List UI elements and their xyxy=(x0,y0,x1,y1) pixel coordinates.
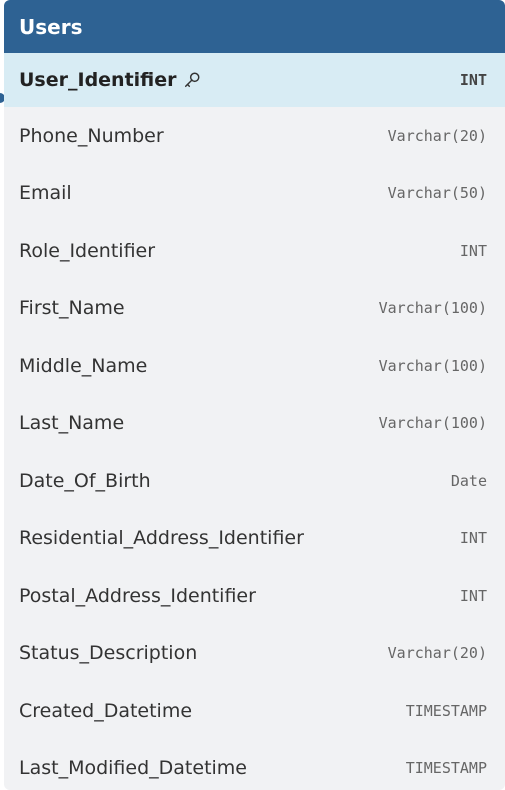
column-row-residential-address-identifier[interactable]: Residential_Address_Identifier INT xyxy=(4,510,505,568)
column-type: INT xyxy=(459,71,487,89)
column-name: First_Name xyxy=(19,297,125,320)
column-type: Varchar(20) xyxy=(387,644,487,663)
column-row-role-identifier[interactable]: Role_Identifier INT xyxy=(4,222,505,280)
column-row-last-name[interactable]: Last_Name Varchar(100) xyxy=(4,395,505,453)
column-type: Varchar(100) xyxy=(378,414,487,433)
column-name: Date_Of_Birth xyxy=(19,469,151,492)
column-type: TIMESTAMP xyxy=(405,759,487,778)
column-row-email[interactable]: Email Varchar(50) xyxy=(4,165,505,223)
column-name: Email xyxy=(19,182,72,205)
column-name: User_Identifier xyxy=(19,69,177,91)
column-row-middle-name[interactable]: Middle_Name Varchar(100) xyxy=(4,337,505,395)
column-name: Role_Identifier xyxy=(19,239,156,262)
column-type: INT xyxy=(459,529,487,548)
column-name: Residential_Address_Identifier xyxy=(19,527,304,550)
column-row-date-of-birth[interactable]: Date_Of_Birth Date xyxy=(4,452,505,510)
column-type: Varchar(50) xyxy=(387,184,487,203)
column-row-status-description[interactable]: Status_Description Varchar(20) xyxy=(4,625,505,683)
column-row-postal-address-identifier[interactable]: Postal_Address_Identifier INT xyxy=(4,567,505,625)
column-type: Date xyxy=(450,471,487,490)
table-header[interactable]: Users xyxy=(4,0,505,53)
column-row-last-modified-datetime[interactable]: Last_Modified_Datetime TIMESTAMP xyxy=(4,740,505,790)
key-icon xyxy=(184,72,199,88)
column-type: Varchar(100) xyxy=(378,299,487,318)
column-type: Varchar(100) xyxy=(378,356,487,375)
column-type: Varchar(20) xyxy=(387,126,487,145)
column-name: Middle_Name xyxy=(19,354,148,377)
column-name: Last_Modified_Datetime xyxy=(19,757,247,780)
column-name: Postal_Address_Identifier xyxy=(19,584,256,607)
column-name: Status_Description xyxy=(19,642,198,665)
column-row-created-datetime[interactable]: Created_Datetime TIMESTAMP xyxy=(4,682,505,740)
column-type: TIMESTAMP xyxy=(405,701,487,720)
column-name: Phone_Number xyxy=(19,124,164,147)
column-row-first-name[interactable]: First_Name Varchar(100) xyxy=(4,280,505,338)
table-title: Users xyxy=(19,14,83,39)
column-type: INT xyxy=(459,241,487,260)
column-name: Last_Name xyxy=(19,412,125,435)
column-type: INT xyxy=(459,586,487,605)
column-row-phone-number[interactable]: Phone_Number Varchar(20) xyxy=(4,107,505,165)
column-name: Created_Datetime xyxy=(19,699,193,722)
column-row-user-identifier[interactable]: User_Identifier INT xyxy=(4,53,505,107)
table-users[interactable]: Users User_Identifier INT Phone_Number V… xyxy=(4,0,505,790)
